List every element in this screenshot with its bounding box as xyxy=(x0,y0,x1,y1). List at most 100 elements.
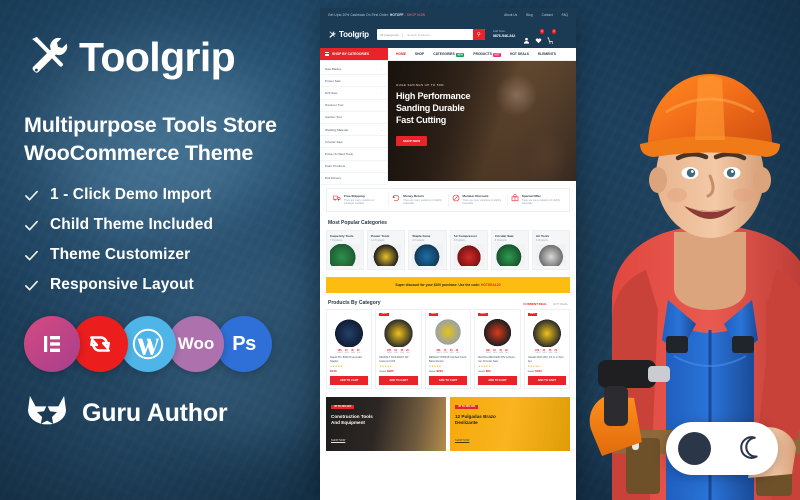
sidebar-item[interactable]: Drill Drivers xyxy=(320,173,387,185)
heart-icon[interactable]: 0 xyxy=(535,29,545,44)
mockup-promo-bar[interactable]: Super discount for your $100 purchase. U… xyxy=(326,276,570,293)
add-to-cart-button[interactable]: ADD TO CART xyxy=(478,376,517,386)
product-card[interactable]: SALE 186 DAYS 10 HRS 45 MIN 20 SEC DEWALT DW… xyxy=(424,308,472,390)
bottom-banner-pulgadas[interactable]: UP TO 30% OFF 12 Pulgadas Brazo Deslizan… xyxy=(450,397,570,452)
category-card[interactable]: Air Compressor 4 Products xyxy=(449,230,488,270)
search-input[interactable]: Search Products... xyxy=(403,33,473,37)
banner-link[interactable]: SHOP NOW xyxy=(455,439,469,442)
banner-link[interactable]: SHOP NOW xyxy=(331,439,345,442)
category-name: Air Tools xyxy=(535,234,550,239)
sidebar-item[interactable]: Welding Material › xyxy=(320,124,387,137)
nav-item-home[interactable]: HOME xyxy=(396,52,406,56)
nav-item-hot-deals[interactable]: HOT DEALS xyxy=(510,52,529,56)
category-card[interactable]: Power Tools 14 Products xyxy=(367,230,406,270)
sidebar-item[interactable]: Saw Blades › xyxy=(320,63,387,76)
countdown-unit: SEC xyxy=(455,351,460,354)
product-card[interactable]: 186 DAYS 10 HRS 45 MIN 20 SEC Rapid Pro 8030… xyxy=(326,308,373,390)
photoshop-badge: Ps xyxy=(216,316,272,373)
category-count: 6 Products xyxy=(535,238,548,242)
categories-section-title: Most Popular Categories xyxy=(328,220,387,227)
sidebar-item-label: Power Saw xyxy=(325,78,341,83)
sidebar-item[interactable]: Drill Saw › xyxy=(320,87,387,100)
countdown-unit: SEC xyxy=(356,351,361,354)
countdown-unit: HRS xyxy=(394,351,399,354)
feature-label: 1 - Click Demo Import xyxy=(50,186,212,204)
mockup-call-info: Call Now: 0876-546-342 xyxy=(493,30,515,39)
hero-kicker: HUGE SAVINGS UP TO 50% xyxy=(396,83,445,87)
product-card[interactable]: SALE 186 DAYS 10 HRS 45 MIN 20 SEC Dewalt DC… xyxy=(523,308,571,390)
photoshop-label: Ps xyxy=(232,332,256,355)
hero-title-line-1: High Performance xyxy=(396,91,471,101)
elementor-icon xyxy=(44,336,60,353)
sidebar-item-label: Drill Drivers xyxy=(325,176,341,181)
search-icon[interactable]: ⚲ xyxy=(472,29,485,40)
nav-item-shop[interactable]: SHOP xyxy=(415,52,424,56)
return-icon xyxy=(393,194,400,202)
category-card[interactable]: Circular Saw 8 Products xyxy=(490,230,529,270)
mockup-logo[interactable]: Toolgrip xyxy=(328,30,369,39)
category-card[interactable]: Carpentry Tools 7 Products xyxy=(326,230,365,270)
countdown-unit: DAYS xyxy=(386,351,393,354)
mockup-product-grid: 186 DAYS 10 HRS 45 MIN 20 SEC Rapid Pro 8030… xyxy=(320,308,576,390)
sidebar-item[interactable]: Garden Tool xyxy=(320,112,387,124)
service-title: Free Shipping xyxy=(344,194,365,198)
category-count: 9 Products xyxy=(412,238,425,242)
category-count: 7 Products xyxy=(330,238,342,242)
add-to-cart-button[interactable]: ADD TO CART xyxy=(379,376,418,386)
add-to-cart-button[interactable]: ADD TO CART xyxy=(428,376,468,386)
add-to-cart-button[interactable]: ADD TO CART xyxy=(330,376,369,386)
countdown-unit: DAYS xyxy=(535,351,541,354)
product-rating: ★★★★★ xyxy=(527,365,541,369)
tab-current-deal[interactable]: CURRENT DEAL xyxy=(523,302,547,306)
countdown-unit: SEC xyxy=(504,351,510,354)
theme-mode-toggle[interactable] xyxy=(666,422,778,475)
topbar-link-about[interactable]: About Us xyxy=(504,13,517,17)
sale-badge: SALE xyxy=(527,312,538,316)
hero-shop-now-button[interactable]: SHOP NOW xyxy=(396,135,428,146)
topbar-promo-link[interactable]: SHOP NOW xyxy=(407,13,425,17)
nav-item-categories-label: CATEGORIES xyxy=(433,52,455,56)
category-card[interactable]: Air Tools 6 Products xyxy=(531,230,571,270)
sale-badge: SALE xyxy=(478,312,488,316)
sidebar-item[interactable]: Paint Products xyxy=(320,161,387,173)
mockup-search-bar[interactable]: All Categories Search Products... ⚲ xyxy=(376,29,485,40)
mockup-topbar: Get Upto 20% Cashback On First Order: HO… xyxy=(320,8,576,21)
sidebar-item[interactable]: Hammer Tool xyxy=(320,100,387,112)
moon-icon[interactable] xyxy=(736,434,766,464)
headline-line-1: Multipurpose Tools Store xyxy=(24,113,277,137)
product-card[interactable]: SALE 186 DAYS 10 HRS 45 MIN 20 SEC BLACK+DEC… xyxy=(474,308,521,390)
light-mode-knob[interactable] xyxy=(678,432,712,465)
sidebar-item[interactable]: Power Saw xyxy=(320,75,387,88)
sidebar-item[interactable]: Power & Hand Tools xyxy=(320,148,387,161)
add-to-cart-button[interactable]: ADD TO CART xyxy=(527,376,567,386)
woocommerce-badge: Woo xyxy=(168,316,224,373)
product-price: $210 $185 xyxy=(379,369,417,373)
product-name: BLACK+DECKER 20V Lithium-Ion Circular Sa… xyxy=(478,356,516,364)
topbar-link-contact[interactable]: Contact xyxy=(542,13,553,17)
nav-item-elements[interactable]: ELEMENTS xyxy=(538,52,556,56)
nav-item-categories[interactable]: CATEGORIES NEW xyxy=(433,52,465,57)
nav-item-products[interactable]: PRODUCTS HOT xyxy=(473,52,501,57)
sidebar-item[interactable]: Circular Saw xyxy=(320,136,387,149)
mockup-category-sidebar: Saw Blades › Power Saw Drill Saw › Hammer … xyxy=(320,61,388,185)
product-name: DEWALT DW618 Corded Fixed Base Router xyxy=(428,356,467,364)
countdown-unit: SEC xyxy=(554,351,559,354)
hamburger-icon xyxy=(325,52,329,56)
countdown-unit: MIN xyxy=(449,351,454,354)
service-desc: There are many variations of slightly be… xyxy=(521,198,561,206)
headline-line-2: WooCommerce Theme xyxy=(24,140,254,165)
category-count: 8 Products xyxy=(494,238,507,242)
product-card[interactable]: SALE 186 DAYS 10 HRS 45 MIN 20 SEC DEWALT DC… xyxy=(375,308,422,390)
shop-by-categories-button[interactable]: SHOP BY CATEGORIES xyxy=(320,48,388,60)
category-card[interactable]: Staple Guns 9 Products xyxy=(408,230,447,270)
topbar-promo-text: Get Upto 20% Cashback On First Order: xyxy=(328,12,390,17)
topbar-link-blog[interactable]: Blog xyxy=(526,13,532,17)
topbar-link-faq[interactable]: FAQ xyxy=(562,13,568,17)
cart-icon[interactable]: 2 xyxy=(547,29,557,44)
countdown-unit: MIN xyxy=(499,351,503,354)
user-icon[interactable] xyxy=(523,31,530,44)
search-category-select[interactable]: All Categories xyxy=(377,32,404,37)
bottom-banner-construction[interactable]: UP TO 20% OFF Construction Tools And Equ… xyxy=(326,397,446,452)
banner-tag: UP TO 30% OFF xyxy=(455,405,479,410)
tab-hot-deal[interactable]: HOT DEAL xyxy=(553,302,568,306)
